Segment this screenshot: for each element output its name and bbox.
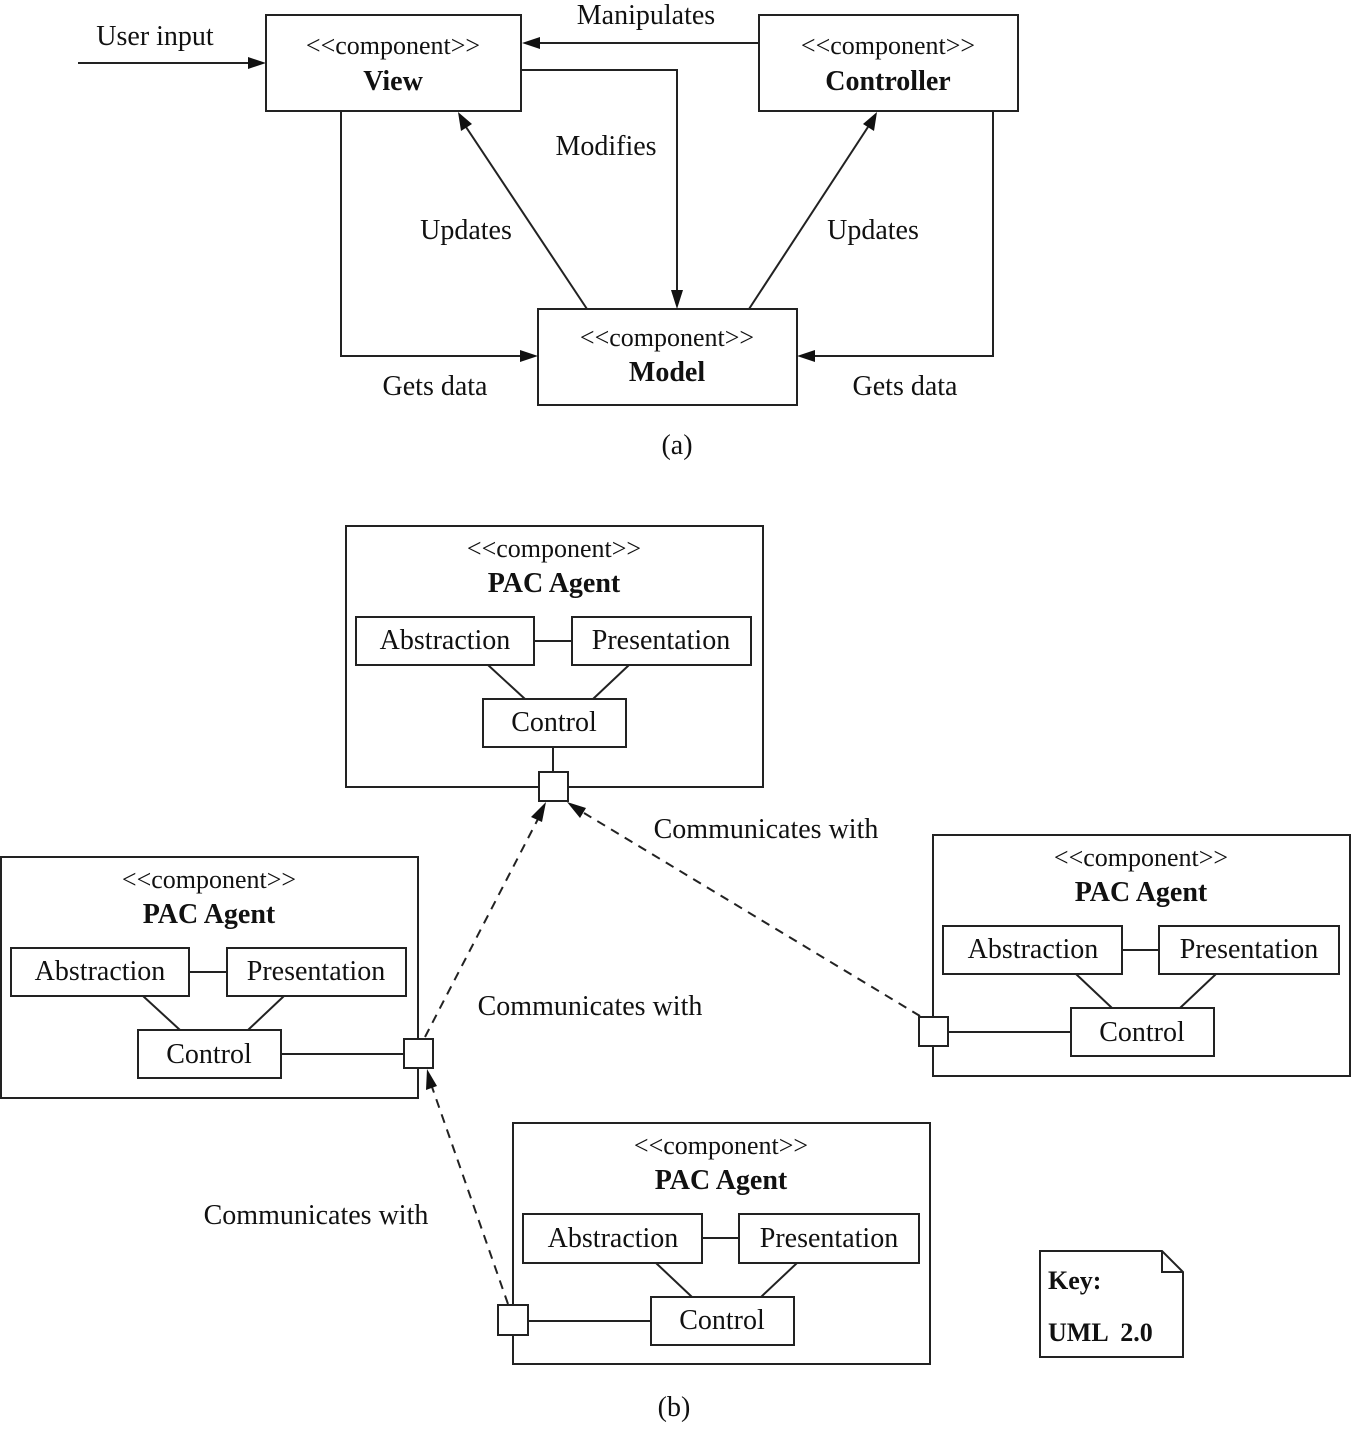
model-stereotype: <<component>> [580,323,754,352]
updates-controller-label: Updates [827,215,919,246]
port[interactable] [538,771,569,802]
abstraction-label: Abstraction [35,956,166,987]
communicates-label: Communicates with [478,991,703,1022]
key-title: Key: [1048,1266,1101,1295]
gets-data-controller-label: Gets data [853,371,959,402]
agent-title: PAC Agent [1075,877,1208,908]
mvc-diagram: User input <<component>> View <<componen… [78,0,1019,461]
arrowhead [520,350,538,362]
agent-stereotype: <<component>> [634,1131,808,1160]
diagram-canvas: User input <<component>> View <<componen… [0,0,1351,1423]
caption-b: (b) [658,1392,691,1423]
view-stereotype: <<component>> [306,31,480,60]
key-notation: UML 2.0 [1048,1318,1153,1347]
link-right-to-top: Communicates with [567,802,921,1017]
port[interactable] [403,1038,434,1069]
control-label: Control [511,707,597,738]
arrowhead [248,57,266,69]
gets-data-view-label: Gets data [383,371,489,402]
port[interactable] [497,1304,529,1336]
presentation-label: Presentation [1180,934,1318,965]
caption-a: (a) [661,430,692,461]
presentation-label: Presentation [247,956,385,987]
communicates-label: Communicates with [654,814,879,845]
modifies-label: Modifies [555,131,656,162]
modifies-arrow [521,69,678,292]
agent-title: PAC Agent [488,568,621,599]
arrowhead [797,350,815,362]
control-label: Control [679,1305,765,1336]
controller-title: Controller [825,66,950,97]
arrowhead [458,112,472,131]
pac-agent-top[interactable]: <<component>> PAC Agent Abstraction Pres… [345,525,764,802]
updates-view-label: Updates [420,215,512,246]
manipulates-label: Manipulates [577,0,715,31]
link-bottom-to-left: Communicates with [204,1069,509,1305]
pac-agent-left[interactable]: <<component>> PAC Agent Abstraction Pres… [0,856,434,1099]
controller-component[interactable]: <<component>> Controller [758,14,1019,112]
agent-title: PAC Agent [143,899,276,930]
abstraction-label: Abstraction [548,1223,679,1254]
model-title: Model [629,357,705,388]
view-component[interactable]: <<component>> View [265,14,522,112]
control-label: Control [1099,1017,1185,1048]
abstraction-label: Abstraction [968,934,1099,965]
model-component[interactable]: <<component>> Model [537,308,798,406]
abstraction-label: Abstraction [380,625,511,656]
port[interactable] [918,1016,949,1047]
agent-stereotype: <<component>> [1054,843,1228,872]
user-input-label: User input [96,21,214,52]
arrowhead [522,37,540,49]
agent-title: PAC Agent [655,1165,788,1196]
pac-agent-right[interactable]: <<component>> PAC Agent Abstraction Pres… [918,834,1351,1077]
controller-stereotype: <<component>> [801,31,975,60]
arrowhead [863,112,877,131]
agent-stereotype: <<component>> [467,534,641,563]
key-note: Key: UML 2.0 [1039,1250,1184,1358]
control-label: Control [166,1039,252,1070]
view-title: View [363,66,423,97]
communicates-label: Communicates with [204,1200,429,1231]
pac-agent-bottom[interactable]: <<component>> PAC Agent Abstraction Pres… [497,1122,931,1365]
agent-stereotype: <<component>> [122,865,296,894]
presentation-label: Presentation [592,625,730,656]
arrowhead [671,290,683,309]
presentation-label: Presentation [760,1223,898,1254]
